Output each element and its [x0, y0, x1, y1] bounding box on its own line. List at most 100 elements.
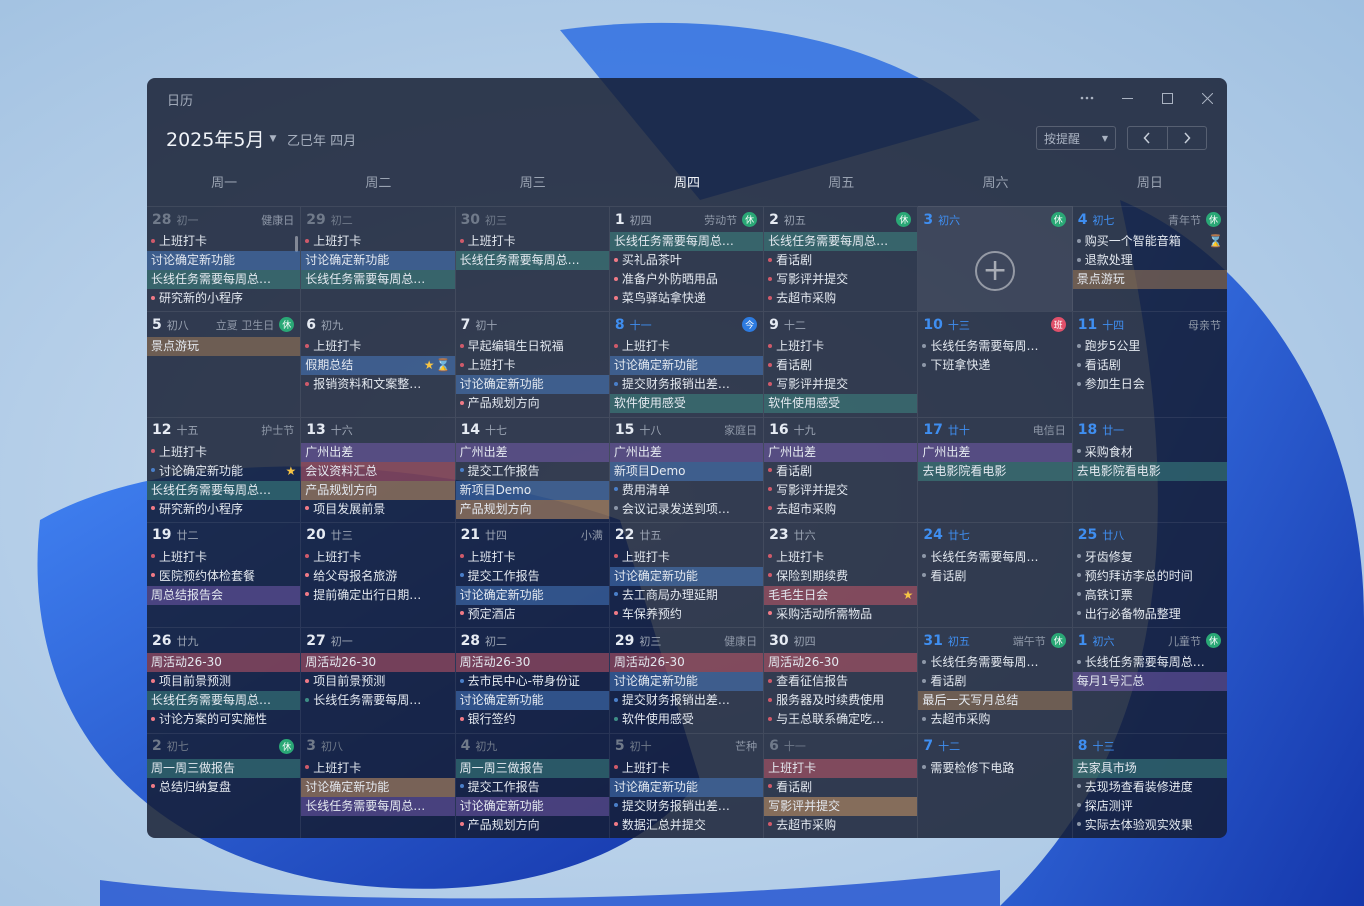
event-item[interactable]: 上班打卡: [456, 548, 609, 567]
day-cell[interactable]: 2 初五 休长线任务需要每周总结... 看话剧 写影评并提交 去超市采购: [764, 206, 919, 312]
event-item[interactable]: 提交工作报告: [456, 462, 609, 481]
next-month-button[interactable]: [1168, 127, 1207, 149]
day-cell[interactable]: 13 十六 广州出差 会议资料汇总 产品规划方向 项目发展前景: [301, 416, 456, 522]
event-item[interactable]: 广州出差: [455, 442, 609, 462]
event-item[interactable]: 毛毛生日会 ★: [764, 585, 918, 605]
day-cell[interactable]: 8 十三 去家具市场 去现场查看装修进度 探店测评 实际去体验观实效果: [1072, 732, 1227, 838]
day-cell[interactable]: 6 十一 上班打卡 看话剧 写影评并提交 去超市采购: [764, 732, 919, 838]
event-item[interactable]: 采购活动所需物品: [764, 605, 917, 624]
event-item[interactable]: 采购食材: [1073, 443, 1227, 462]
event-item[interactable]: 周活动26-30: [609, 653, 764, 673]
event-item[interactable]: 高铁订票: [1073, 586, 1227, 605]
more-icon[interactable]: [1073, 86, 1101, 110]
event-item[interactable]: 看话剧: [764, 778, 917, 797]
event-item[interactable]: 周总结报告会: [147, 585, 301, 605]
day-cell[interactable]: 29 初三 健康日 周活动26-30 讨论确定新功能 提交财务报销出差费用 软件使用感受: [609, 627, 765, 733]
event-item[interactable]: 去电影院看电影: [918, 461, 1072, 481]
event-item[interactable]: 上班打卡: [456, 232, 609, 251]
event-item[interactable]: 讨论方案的可实施性: [147, 710, 300, 729]
day-cell[interactable]: 10 十三 班长线任务需要每周总结... 下班拿快递: [918, 311, 1073, 417]
event-item[interactable]: 广州出差: [918, 442, 1072, 462]
event-item[interactable]: 讨论确定新功能: [301, 251, 455, 270]
event-item[interactable]: 长线任务需要每周总结...: [147, 480, 301, 500]
event-item[interactable]: 上班打卡: [147, 232, 300, 251]
event-item[interactable]: 长线任务需要每周总结...: [609, 232, 764, 251]
event-item[interactable]: 提交财务报销出差费用: [610, 797, 763, 816]
event-item[interactable]: 上班打卡: [147, 443, 300, 462]
day-cell[interactable]: 4 初九 周一周三做报告 提交工作报告 讨论确定新功能 产品规划方向: [455, 732, 610, 838]
event-item[interactable]: 周活动26-30: [301, 653, 455, 673]
event-item[interactable]: 写影评并提交: [764, 270, 917, 289]
event-item[interactable]: 上班打卡: [301, 337, 454, 356]
day-cell[interactable]: 9 十二 上班打卡 看话剧 写影评并提交 软件使用感受: [764, 311, 919, 417]
event-item[interactable]: 参加生日会: [1073, 375, 1227, 394]
event-item[interactable]: 周活动26-30: [147, 653, 301, 673]
event-item[interactable]: 去超市采购: [764, 289, 917, 308]
event-item[interactable]: 讨论确定新功能: [455, 375, 609, 395]
day-cell[interactable]: 19 廿二 上班打卡 医院预约体检套餐 周总结报告会: [147, 521, 302, 628]
event-item[interactable]: 软件使用感受: [764, 394, 918, 414]
day-cell[interactable]: 28 初一 健康日 上班打卡 讨论确定新功能 长线任务需要每周总结... 研究新的小程序: [147, 206, 302, 312]
event-item[interactable]: 景点游玩: [147, 337, 301, 357]
event-item[interactable]: 软件使用感受: [609, 394, 764, 414]
day-cell[interactable]: 30 初三 上班打卡 长线任务需要每周总结...: [455, 206, 610, 312]
event-item[interactable]: 上班打卡: [456, 356, 609, 375]
event-item[interactable]: 讨论确定新功能: [609, 777, 764, 797]
day-cell[interactable]: 14 十七 广州出差 提交工作报告 新项目Demo 产品规划方向: [455, 416, 610, 522]
day-cell[interactable]: 1 初六 儿童节休长线任务需要每周总结... 每月1号汇总: [1072, 627, 1227, 732]
event-item[interactable]: 周一周三做报告: [455, 758, 609, 778]
event-item[interactable]: 给父母报名旅游: [301, 567, 454, 586]
event-item[interactable]: 写影评并提交: [764, 375, 917, 394]
event-item[interactable]: 周活动26-30: [764, 653, 918, 673]
event-item[interactable]: 看话剧: [764, 251, 917, 270]
event-item[interactable]: 车保养预约: [610, 605, 763, 624]
event-item[interactable]: 会议记录发送到项目...: [610, 500, 763, 519]
event-item[interactable]: 去超市采购: [918, 710, 1071, 729]
event-item[interactable]: 长线任务需要每周总结...: [918, 337, 1071, 356]
event-item[interactable]: 写影评并提交: [764, 796, 918, 816]
event-item[interactable]: 长线任务需要每周总结...: [455, 251, 609, 270]
day-cell[interactable]: 4 初七 青年节休购买一个智能音箱 ⌛ 退款处理 景点游玩: [1072, 206, 1227, 311]
event-item[interactable]: 跑步5公里: [1073, 337, 1227, 356]
event-item[interactable]: 项目发展前景: [301, 500, 454, 519]
event-item[interactable]: 上班打卡: [301, 548, 454, 567]
add-event-button[interactable]: +: [975, 251, 1016, 292]
event-item[interactable]: 讨论确定新功能: [455, 691, 609, 711]
event-item[interactable]: 长线任务需要每周总结...: [301, 691, 454, 710]
day-cell[interactable]: 8 十一 今上班打卡 讨论确定新功能 提交财务报销出差费用 软件使用感受: [609, 311, 765, 417]
event-item[interactable]: 广州出差: [609, 442, 764, 462]
event-item[interactable]: 去市民中心-带身份证: [456, 672, 609, 691]
event-item[interactable]: 费用清单: [610, 481, 763, 500]
day-cell[interactable]: 1 初四 劳动节休长线任务需要每周总结... 买礼品茶叶 准备户外防晒用品 菜鸟驿站拿快递: [609, 206, 765, 312]
day-cell[interactable]: 22 廿五 上班打卡 讨论确定新功能 去工商局办理延期 车保养预约: [609, 521, 765, 628]
day-cell[interactable]: 25 廿八 牙齿修复 预约拜访李总的时间 高铁订票 出行必备物品整理: [1072, 521, 1227, 627]
event-item[interactable]: 新项目Demo: [609, 461, 764, 481]
event-item[interactable]: 探店测评: [1073, 797, 1227, 816]
event-item[interactable]: 去工商局办理延期: [610, 586, 763, 605]
event-item[interactable]: 看话剧: [1073, 356, 1227, 375]
event-item[interactable]: 广州出差: [764, 442, 918, 462]
event-item[interactable]: 上班打卡: [301, 759, 454, 778]
event-item[interactable]: 长线任务需要每周总结...: [301, 796, 455, 816]
day-cell[interactable]: 18 廿一 采购食材 去电影院看电影: [1072, 416, 1227, 522]
maximize-button[interactable]: [1153, 86, 1181, 110]
event-item[interactable]: 上班打卡: [147, 548, 300, 567]
event-item[interactable]: 景点游玩: [1072, 270, 1227, 289]
event-item[interactable]: 准备户外防晒用品: [610, 270, 763, 289]
event-item[interactable]: 讨论确定新功能: [609, 672, 764, 692]
event-item[interactable]: 看话剧: [764, 462, 917, 481]
event-item[interactable]: 长线任务需要每周总结...: [918, 653, 1071, 672]
event-item[interactable]: 总结归纳复盘: [147, 778, 300, 797]
day-cell[interactable]: 26 廿九 周活动26-30 项目前景预测 长线任务需要每周总结... 讨论方案的可实施性: [147, 627, 302, 733]
event-item[interactable]: 看话剧: [918, 567, 1071, 586]
day-cell[interactable]: 3 初八 上班打卡 讨论确定新功能 长线任务需要每周总结...: [301, 732, 456, 838]
event-item[interactable]: 预约拜访李总的时间: [1073, 567, 1227, 586]
event-item[interactable]: 假期总结 ⌛ ★: [301, 356, 455, 376]
day-cell[interactable]: 23 廿六 上班打卡 保险到期续费 毛毛生日会 ★ 采购活动所需物品: [764, 521, 919, 628]
event-item[interactable]: 上班打卡: [610, 759, 763, 778]
event-item[interactable]: 上班打卡: [610, 548, 763, 567]
event-item[interactable]: 提交财务报销出差费用: [610, 691, 763, 710]
event-item[interactable]: 去现场查看装修进度: [1073, 778, 1227, 797]
event-item[interactable]: 讨论确定新功能: [455, 796, 609, 816]
event-item[interactable]: 银行签约: [456, 710, 609, 729]
